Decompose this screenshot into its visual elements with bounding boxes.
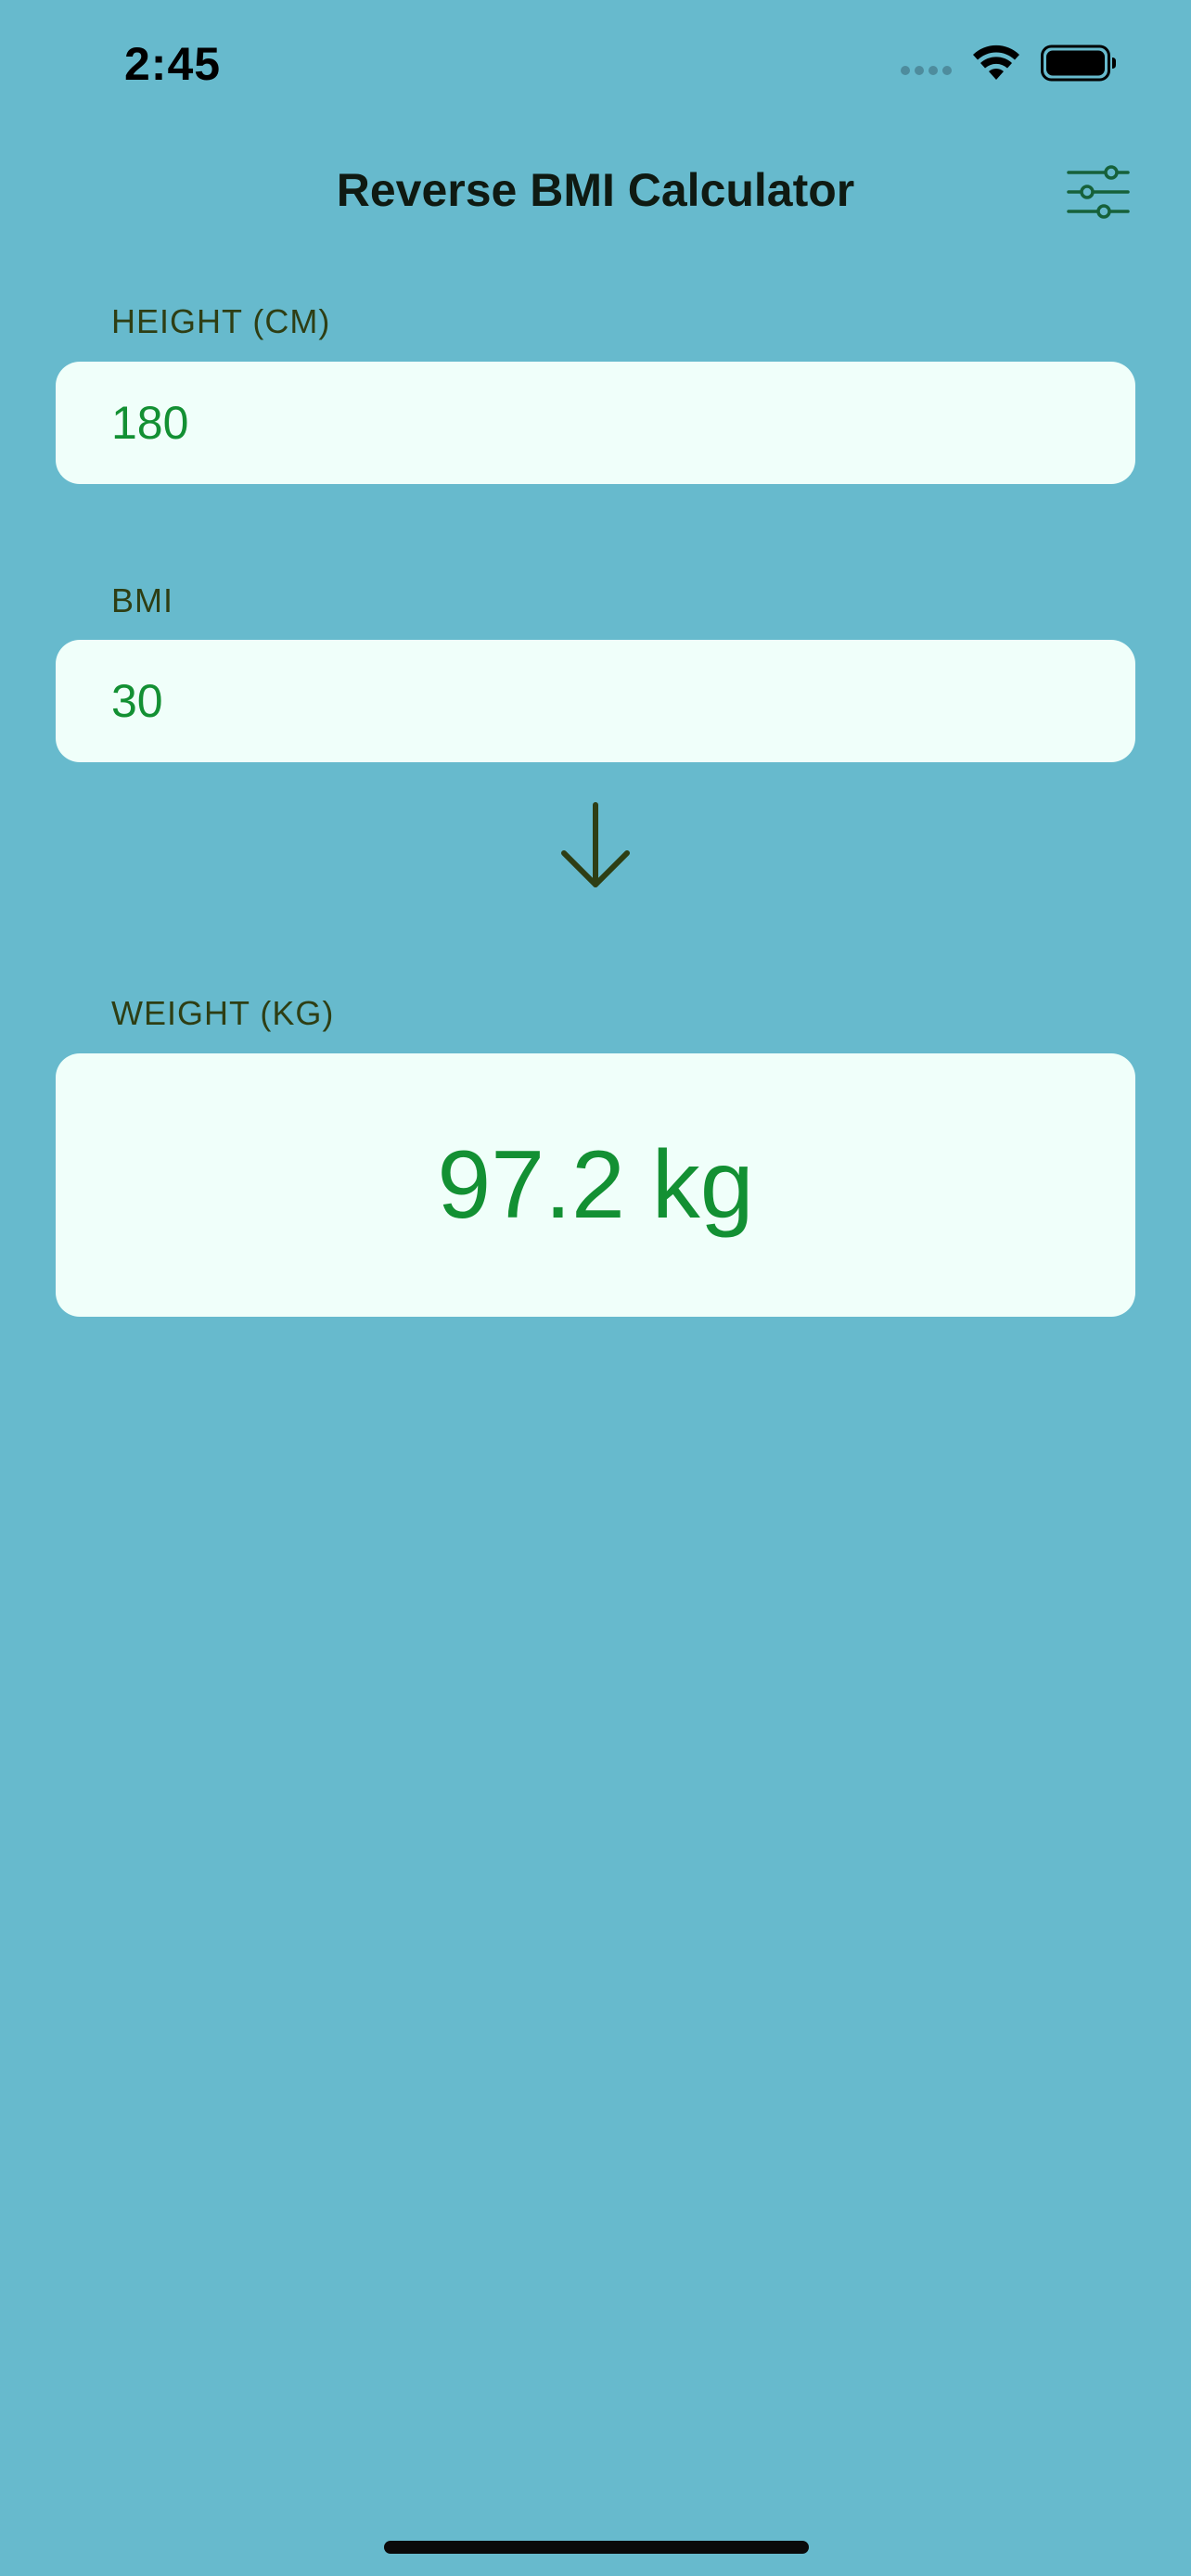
bmi-field-container (56, 640, 1135, 762)
bmi-label: BMI (111, 581, 174, 619)
arrow-down-icon (561, 802, 630, 887)
sliders-icon (1067, 165, 1130, 219)
weight-label: WEIGHT (KG) (111, 994, 335, 1032)
battery-icon (1041, 45, 1116, 82)
height-field-container (56, 362, 1135, 484)
wifi-icon (973, 45, 1019, 80)
page-title: Reverse BMI Calculator (336, 164, 855, 216)
bmi-input[interactable] (111, 640, 1098, 762)
height-input[interactable] (111, 362, 1098, 484)
home-indicator[interactable] (384, 2541, 809, 2554)
settings-button[interactable] (1065, 163, 1132, 221)
weight-result-value: 97.2 kg (437, 1130, 754, 1239)
status-icons (901, 45, 1117, 82)
cellular-dots-icon (901, 66, 952, 75)
height-label: HEIGHT (CM) (111, 302, 331, 340)
weight-result-card: 97.2 kg (56, 1053, 1135, 1317)
status-time: 2:45 (124, 38, 222, 90)
